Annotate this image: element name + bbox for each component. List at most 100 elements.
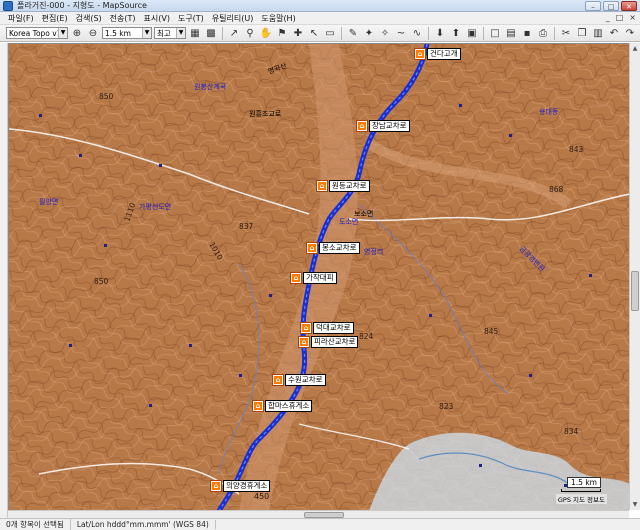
route-tool-icon[interactable]: ↗ xyxy=(227,26,241,40)
elevation-label: 837 xyxy=(239,222,254,231)
paste-icon[interactable]: ▥ xyxy=(591,26,605,40)
waypoint-label: 수원교차로 xyxy=(285,374,326,386)
waypoint-marker[interactable]: ⌂ 합마스휴게소 xyxy=(253,400,313,412)
toolbar-separator xyxy=(222,26,223,40)
status-bar: 0개 항목이 선택됨 Lat/Lon hddd°mm.mmm' (WGS 84) xyxy=(0,518,640,530)
pointer-tool-icon[interactable]: ↖ xyxy=(307,26,321,40)
waypoint-marker[interactable]: ⌂ 피라산교차로 xyxy=(299,336,359,348)
menu-transfer[interactable]: 전송(T) xyxy=(106,13,140,24)
open-file-icon[interactable]: ▤ xyxy=(504,26,518,40)
place-label: 가평선도면 xyxy=(139,202,171,211)
waypoint-icon: ⌂ xyxy=(291,273,301,283)
waypoint-marker[interactable]: ⌂ 봉소교차로 xyxy=(307,242,360,254)
menu-file[interactable]: 파일(F) xyxy=(4,13,38,24)
receive-from-device-icon[interactable]: ⬇ xyxy=(433,26,447,40)
copy-icon[interactable]: ❐ xyxy=(575,26,589,40)
map-select-icon[interactable]: ▩ xyxy=(204,26,218,40)
map-layers-icon[interactable]: ▦ xyxy=(188,26,202,40)
vertical-scroll-thumb[interactable] xyxy=(631,271,639,311)
zoom-in-icon[interactable]: ⊕ xyxy=(70,26,84,40)
place-label: 원봉산계곡 xyxy=(194,82,227,91)
waypoint-marker[interactable]: ⌂ 장남교차로 xyxy=(357,120,410,132)
app-icon xyxy=(3,0,13,11)
toolbar-separator xyxy=(483,26,484,40)
zoom-tool-icon[interactable]: ⚲ xyxy=(243,26,257,40)
map-product-select[interactable]: Korea Topo v1 ▼ xyxy=(6,27,68,39)
waypoint-label: 장남교차로 xyxy=(369,120,410,132)
new-file-icon[interactable]: □ xyxy=(488,26,502,40)
waypoint-marker[interactable]: ⌂ 건다고개 xyxy=(415,48,461,60)
waypoint-marker[interactable]: ⌂ 가작대피 xyxy=(291,272,337,284)
place-label: 필양면 xyxy=(39,197,58,206)
save-file-icon[interactable]: ▪ xyxy=(520,26,534,40)
track-tool-icon[interactable]: ✦ xyxy=(362,26,376,40)
scale-bar xyxy=(561,489,601,492)
waypoint-icon: ⌂ xyxy=(211,481,221,491)
menu-utilities[interactable]: 유틸리티(U) xyxy=(208,13,258,24)
map-attribution: GPS 지도 정보도 xyxy=(555,494,607,504)
toolbar-separator xyxy=(554,26,555,40)
waypoint-marker[interactable]: ⌂ 원등교차로 xyxy=(317,180,370,192)
scale-label: 1.5 km xyxy=(567,477,601,488)
undo-icon[interactable]: ↶ xyxy=(607,26,621,40)
tracks-icon[interactable]: ✧ xyxy=(378,26,392,40)
zoom-scale-select[interactable]: 1.5 km ▼ xyxy=(102,27,152,39)
measure-tool-icon[interactable]: ▭ xyxy=(323,26,337,40)
menu-edit[interactable]: 편집(E) xyxy=(38,13,72,24)
doc-close-button[interactable]: × xyxy=(629,13,636,22)
waypoint-label: 봉소교차로 xyxy=(319,242,360,254)
device-icon[interactable]: ▣ xyxy=(465,26,479,40)
waypoint-label: 건다고개 xyxy=(427,48,461,60)
map-view[interactable]: 850 843 1110 837 850 868 845 823 1010 82… xyxy=(8,43,629,510)
waypoint-icon: ⌂ xyxy=(307,243,317,253)
minimize-button[interactable]: – xyxy=(585,1,601,11)
doc-restore-button[interactable]: □ xyxy=(616,13,624,22)
redo-icon[interactable]: ↷ xyxy=(623,26,637,40)
elevation-label: 834 xyxy=(564,427,579,436)
menu-search[interactable]: 검색(S) xyxy=(72,13,106,24)
place-label: 도소면 xyxy=(339,217,358,226)
route-line-icon[interactable]: ~ xyxy=(394,26,408,40)
route-curve-icon[interactable]: ∿ xyxy=(410,26,424,40)
detail-select[interactable]: 최고 ▼ xyxy=(154,27,186,39)
detail-value: 최고 xyxy=(157,28,171,38)
coordinate-format: Lat/Lon hddd°mm.mmm' (WGS 84) xyxy=(71,520,216,529)
menu-help[interactable]: 도움말(H) xyxy=(257,13,299,24)
elevation-label: 823 xyxy=(439,402,454,411)
window-title: 플라거진-000 - 지형도 - MapSource xyxy=(17,1,147,10)
find-places-icon[interactable]: ✎ xyxy=(346,26,360,40)
hand-tool-icon[interactable]: ✋ xyxy=(259,26,273,40)
chevron-down-icon: ▼ xyxy=(142,28,151,38)
toolbar: Korea Topo v1 ▼ ⊕ ⊖ 1.5 km ▼ 최고 ▼ ▦ ▩ ↗ … xyxy=(0,25,640,42)
zoom-out-icon[interactable]: ⊖ xyxy=(86,26,100,40)
left-margin-bar xyxy=(0,43,8,518)
scroll-up-icon[interactable]: ▲ xyxy=(631,44,639,53)
waypoint-marker[interactable]: ⌂ 의양경휴게소 xyxy=(211,480,271,492)
cut-icon[interactable]: ✂ xyxy=(559,26,573,40)
waypoint-icon: ⌂ xyxy=(357,121,367,131)
scroll-down-icon[interactable]: ▼ xyxy=(631,500,639,509)
waypoint-icon: ⌂ xyxy=(273,375,283,385)
waypoint-tool-icon[interactable]: ✚ xyxy=(291,26,305,40)
waypoint-marker[interactable]: ⌂ 수원교차로 xyxy=(273,374,326,386)
waypoint-icon: ⌂ xyxy=(415,49,425,59)
elevation-label: 843 xyxy=(569,145,584,154)
title-bar: 플라거진-000 - 지형도 - MapSource – □ ✕ xyxy=(0,0,640,12)
menu-tools[interactable]: 도구(T) xyxy=(174,13,208,24)
waypoint-marker[interactable]: ⌂ 덕대교차로 xyxy=(301,322,354,334)
print-icon[interactable]: ⎙ xyxy=(536,26,550,40)
place-label: 용대동 xyxy=(539,108,559,116)
horizontal-scrollbar[interactable] xyxy=(8,510,629,518)
close-button[interactable]: ✕ xyxy=(621,1,637,11)
elevation-label: 845 xyxy=(484,327,499,336)
elevation-label: 450 xyxy=(254,492,269,501)
send-to-device-icon[interactable]: ⬆ xyxy=(449,26,463,40)
flag-tool-icon[interactable]: ⚑ xyxy=(275,26,289,40)
vertical-scrollbar[interactable]: ▲ ▼ xyxy=(629,43,640,510)
maximize-button[interactable]: □ xyxy=(603,1,619,11)
selection-status: 0개 항목이 선택됨 xyxy=(0,519,71,530)
chevron-down-icon: ▼ xyxy=(58,28,67,38)
menu-view[interactable]: 표시(V) xyxy=(140,13,174,24)
doc-minimize-button[interactable]: _ xyxy=(606,13,610,22)
waypoint-icon: ⌂ xyxy=(301,323,311,333)
